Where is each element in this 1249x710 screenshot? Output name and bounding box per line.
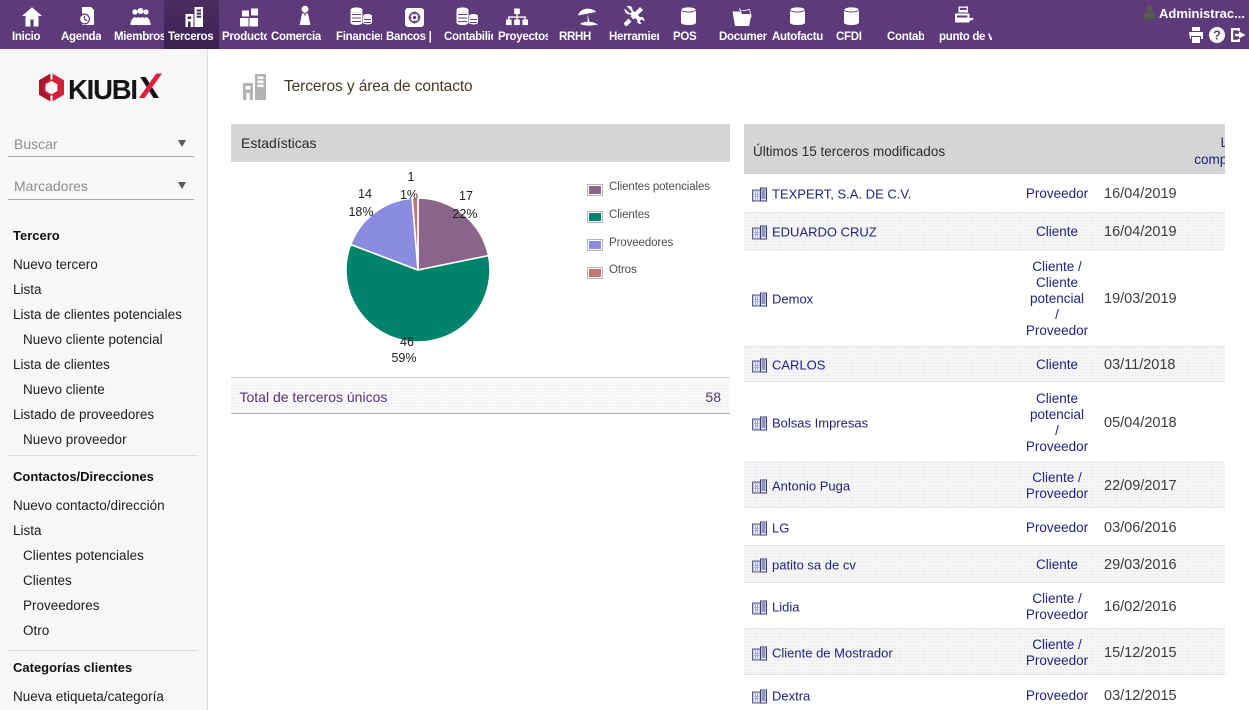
svg-text:?: ? [1213,28,1221,42]
